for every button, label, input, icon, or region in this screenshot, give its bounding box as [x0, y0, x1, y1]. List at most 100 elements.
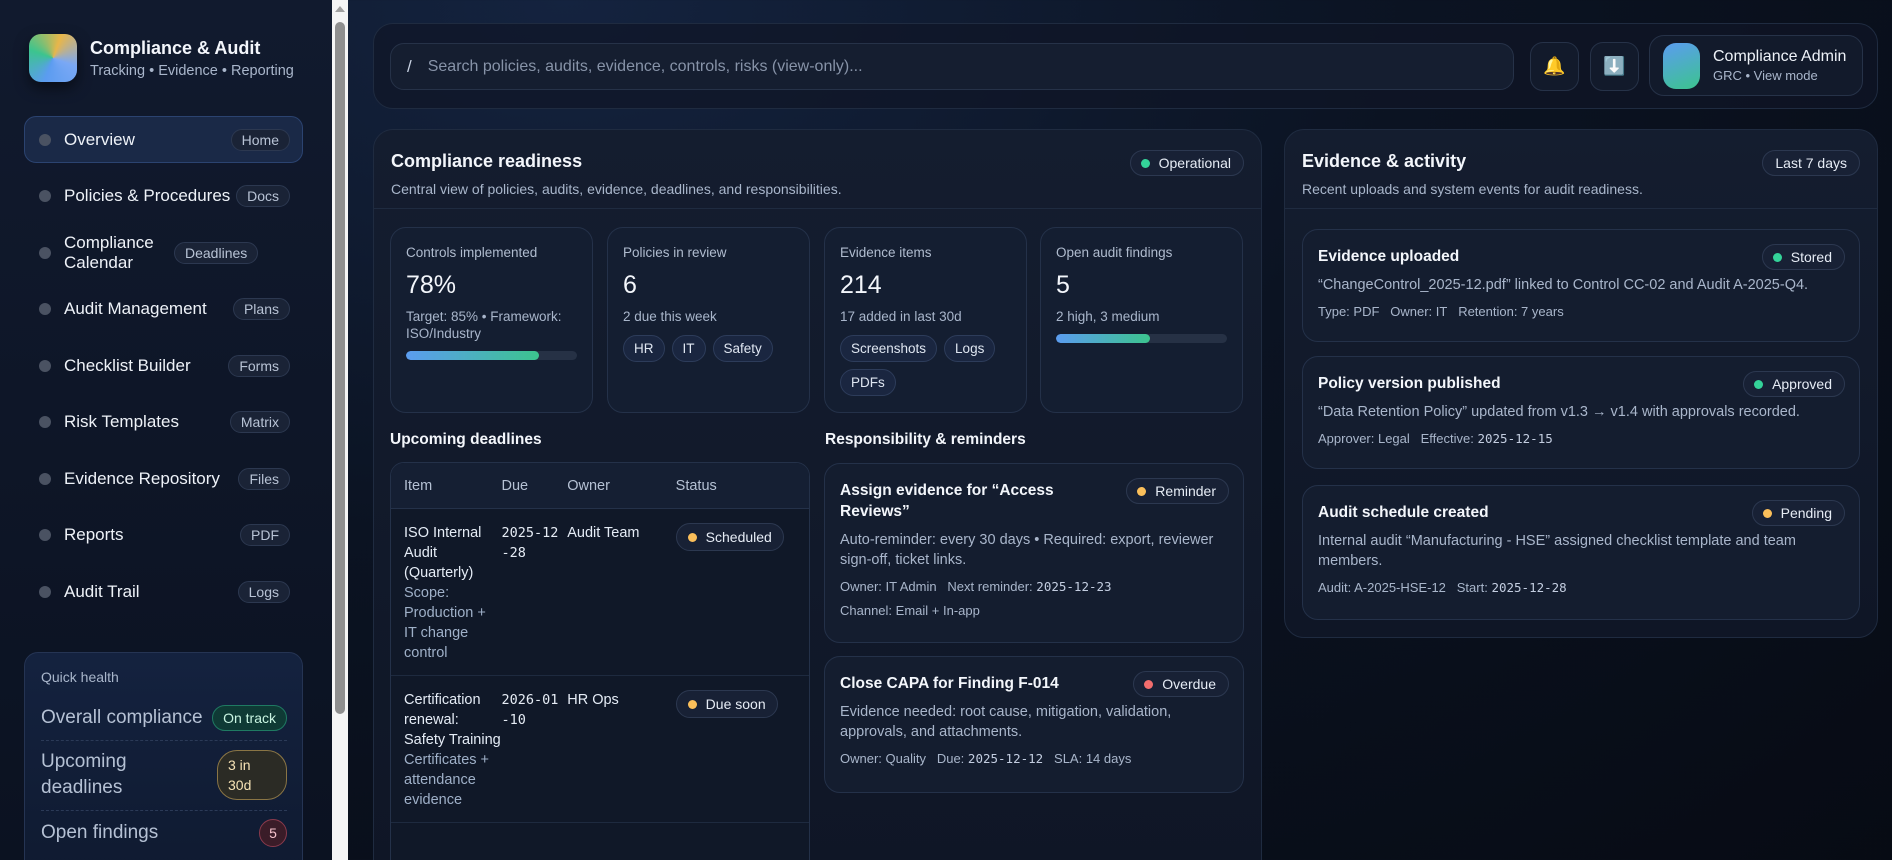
- dot-icon: [39, 133, 51, 146]
- sidebar-item-audit-trail[interactable]: Audit Trail Logs: [24, 568, 303, 615]
- activity-card[interactable]: Audit schedule created Pending Internal …: [1302, 485, 1860, 620]
- dot-icon: [39, 585, 51, 598]
- progress-bar: [406, 351, 577, 360]
- panel-subtitle: Central view of policies, audits, eviden…: [391, 181, 842, 197]
- sidebar: Compliance & Audit Tracking • Evidence •…: [0, 0, 332, 860]
- meta-date: 2025-12-23: [1036, 579, 1112, 594]
- status-dot-icon: [1140, 158, 1150, 168]
- meta-owner: Owner: IT Admin: [840, 579, 937, 594]
- status-dot-icon: [1772, 252, 1782, 262]
- brand: Compliance & Audit Tracking • Evidence •…: [29, 34, 294, 82]
- sidebar-item-evidence-repository[interactable]: Evidence Repository Files: [24, 455, 303, 502]
- stat-value: 214: [840, 271, 882, 299]
- notifications-button[interactable]: 🔔: [1530, 42, 1579, 91]
- card-title: Policy version published: [1318, 375, 1501, 392]
- progress-bar: [1056, 334, 1227, 343]
- nav-badge: Deadlines: [174, 241, 259, 264]
- user-name: Compliance Admin: [1713, 48, 1847, 65]
- card-body: Internal audit “Manufacturing - HSE” ass…: [1318, 533, 1796, 569]
- status-badge: Stored: [1761, 244, 1845, 270]
- nav-badge: PDF: [240, 524, 290, 546]
- chip-screenshots[interactable]: Screenshots: [840, 335, 938, 362]
- sidebar-item-overview[interactable]: Overview Home: [24, 116, 303, 163]
- health-label: Open findings: [41, 822, 159, 843]
- download-icon: ⬇️: [1603, 56, 1626, 76]
- nav-label: Reports: [64, 525, 124, 544]
- sidebar-item-risk-templates[interactable]: Risk Templates Matrix: [24, 399, 303, 446]
- chip-it[interactable]: IT: [671, 335, 706, 362]
- chip-hr[interactable]: HR: [623, 335, 665, 362]
- search-placeholder: Search policies, audits, evidence, contr…: [427, 57, 863, 75]
- card-title: Audit schedule created: [1318, 504, 1489, 521]
- dot-icon: [39, 303, 51, 315]
- panel-subtitle: Recent uploads and system events for aud…: [1302, 181, 1643, 197]
- sidebar-item-reports[interactable]: Reports PDF: [24, 512, 303, 559]
- date-range-text: Last 7 days: [1775, 155, 1847, 171]
- nav-badge: Files: [238, 467, 290, 490]
- meta-owner: Owner: IT: [1390, 304, 1448, 319]
- status-text: Overdue: [1162, 676, 1216, 692]
- stat-note: 2 high, 3 medium: [1056, 309, 1160, 324]
- meta-date: 2025-12-15: [1477, 431, 1553, 446]
- status-text: Approved: [1772, 376, 1832, 392]
- status-badge: Scheduled: [675, 523, 784, 551]
- table-row[interactable]: Certification renewal: Safety Training Ce…: [391, 676, 809, 823]
- date-range-badge[interactable]: Last 7 days: [1762, 150, 1860, 176]
- nav-label: Audit Trail: [64, 581, 140, 601]
- health-status-badge: On track: [212, 705, 287, 731]
- nav-label: Audit Management: [64, 299, 207, 318]
- scroll-up-arrow-icon[interactable]: [335, 6, 345, 12]
- stat-note: 2 due this week: [623, 309, 717, 324]
- table-row[interactable]: ISO Internal Audit (Quarterly) Scope: Pro…: [391, 509, 809, 676]
- status-text: Stored: [1790, 249, 1832, 265]
- avatar: [1663, 42, 1700, 89]
- progress-fill: [406, 351, 540, 360]
- reminder-card[interactable]: Close CAPA for Finding F-014 Overdue Evi…: [824, 656, 1244, 793]
- user-profile-button[interactable]: Compliance Admin GRC • View mode: [1649, 35, 1863, 96]
- owner: HR Ops: [567, 692, 619, 708]
- status-text: Reminder: [1155, 483, 1216, 499]
- nav-badge: Plans: [232, 298, 290, 320]
- chip-safety[interactable]: Safety: [712, 335, 773, 362]
- sidebar-item-checklist-builder[interactable]: Checklist Builder Forms: [24, 342, 303, 389]
- health-status-badge: 3 in 30d: [217, 750, 287, 800]
- sidebar-item-calendar[interactable]: Compliance Calendar Deadlines: [24, 229, 303, 276]
- dot-icon: [39, 529, 51, 541]
- search-input[interactable]: / Search policies, audits, evidence, con…: [390, 43, 1514, 90]
- activity-card[interactable]: Policy version published Approved “Data …: [1302, 356, 1860, 469]
- sidebar-item-audit-management[interactable]: Audit Management Plans: [24, 286, 303, 333]
- meta-type: Type: PDF: [1318, 304, 1380, 319]
- download-button[interactable]: ⬇️: [1590, 42, 1639, 91]
- stat-card-policies: Policies in review 6 2 due this week HR I…: [607, 227, 810, 413]
- reminder-card[interactable]: Assign evidence for “Access Reviews” Rem…: [824, 463, 1244, 643]
- chip-pdfs[interactable]: PDFs: [840, 369, 896, 396]
- status-dot-icon: [1754, 379, 1764, 389]
- stat-value: 78%: [406, 271, 457, 299]
- upcoming-deadlines-heading: Upcoming deadlines: [390, 431, 542, 448]
- deadlines-table: Item Due Owner Status ISO Internal Audit (Q…: [390, 462, 810, 860]
- meta-date: 2025-12-28: [1491, 580, 1567, 595]
- sidebar-item-policies[interactable]: Policies & Procedures Docs: [24, 173, 303, 220]
- stat-label: Evidence items: [840, 245, 932, 260]
- column-header: Item: [404, 477, 433, 494]
- nav-label: Compliance Calendar: [64, 232, 154, 272]
- nav-label: Overview: [64, 129, 135, 149]
- meta-channel: Channel: Email + In-app: [840, 603, 980, 618]
- status-dot-icon: [687, 699, 697, 709]
- meta-owner: Owner: Quality: [840, 751, 926, 766]
- meta-sla: SLA: 14 days: [1054, 751, 1132, 766]
- chip-logs[interactable]: Logs: [944, 335, 996, 362]
- quick-health-card: Quick health Overall compliance On track …: [24, 652, 303, 860]
- scrollbar-thumb[interactable]: [335, 22, 345, 714]
- nav-badge: Logs: [237, 580, 290, 603]
- status-badge: Operational: [1129, 150, 1244, 176]
- status-text: Pending: [1780, 505, 1832, 521]
- table-header: Item Due Owner Status: [391, 463, 809, 509]
- sidebar-scrollbar[interactable]: [332, 0, 348, 860]
- item-name: Certification renewal: Safety Training: [404, 692, 501, 748]
- bell-icon: 🔔: [1543, 56, 1566, 76]
- activity-card[interactable]: Evidence uploaded Stored “ChangeControl_…: [1302, 229, 1860, 342]
- card-body: Auto-reminder: every 30 days • Required:…: [840, 532, 1214, 568]
- app-subtitle: Tracking • Evidence • Reporting: [90, 62, 294, 79]
- card-body: Evidence needed: root cause, mitigation,…: [840, 704, 1172, 740]
